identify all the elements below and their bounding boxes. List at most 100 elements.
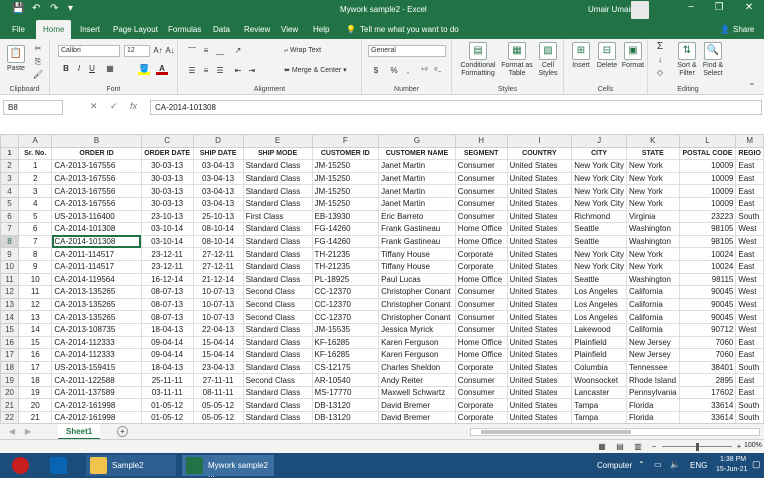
cell[interactable]: 16-12-14 bbox=[140, 272, 194, 287]
cell[interactable]: South bbox=[735, 209, 764, 224]
cell[interactable]: United States bbox=[506, 398, 573, 413]
cell[interactable]: CA-2012-161998 bbox=[51, 398, 142, 413]
align-middle-icon[interactable]: ≡ bbox=[200, 45, 212, 57]
cell[interactable]: 15-04-14 bbox=[192, 348, 244, 362]
cell[interactable]: Second Class bbox=[242, 297, 313, 312]
zoom-out-button[interactable]: − bbox=[648, 441, 660, 453]
cell[interactable]: Consumer bbox=[454, 310, 508, 324]
cell[interactable]: TH-21235 bbox=[311, 259, 380, 274]
cell[interactable]: 38401 bbox=[678, 360, 737, 375]
collapse-ribbon-icon[interactable]: ⌃ bbox=[746, 81, 758, 93]
customize-quick-access-icon[interactable]: ▾ bbox=[68, 3, 73, 14]
cell[interactable]: 10009 bbox=[678, 159, 737, 173]
close-button[interactable]: ✕ bbox=[738, 2, 760, 13]
cell[interactable]: 08-11-11 bbox=[192, 385, 244, 400]
shrink-font-icon[interactable]: A↓ bbox=[164, 45, 176, 57]
cell[interactable]: 08-10-14 bbox=[192, 222, 244, 236]
cell[interactable]: Jessica Myrick bbox=[378, 322, 456, 337]
cell[interactable]: 10024 bbox=[678, 259, 737, 274]
cell[interactable]: New York City bbox=[571, 159, 627, 173]
cell[interactable]: JM-15250 bbox=[311, 171, 380, 186]
column-header-e[interactable]: E bbox=[242, 134, 313, 148]
cell[interactable]: 08-07-13 bbox=[140, 310, 194, 324]
row-header[interactable]: 12 bbox=[0, 285, 20, 299]
cell[interactable]: West bbox=[735, 272, 764, 287]
cell[interactable]: 33614 bbox=[678, 398, 737, 413]
column-header-g[interactable]: G bbox=[378, 134, 456, 148]
cell[interactable]: 09-04-14 bbox=[140, 348, 194, 362]
cell[interactable]: New York bbox=[625, 171, 680, 186]
field-header[interactable]: Sr. No. bbox=[18, 146, 53, 161]
cell[interactable]: Tiffany House bbox=[378, 247, 456, 261]
cell[interactable]: 08-07-13 bbox=[140, 297, 194, 312]
row-header[interactable]: 21 bbox=[0, 398, 20, 413]
cell[interactable]: 03-10-14 bbox=[140, 234, 194, 249]
cell[interactable]: United States bbox=[506, 159, 573, 173]
paste-button[interactable]: 📋 Paste bbox=[4, 45, 28, 73]
cell[interactable]: East bbox=[735, 335, 764, 350]
cell[interactable]: East bbox=[735, 184, 764, 198]
cell[interactable]: Plainfield bbox=[571, 335, 627, 350]
cell[interactable]: 33614 bbox=[678, 411, 737, 423]
cell[interactable]: 27-12-11 bbox=[192, 259, 244, 274]
cell[interactable]: EB-13930 bbox=[311, 209, 380, 224]
cell[interactable]: 17 bbox=[18, 360, 53, 375]
cell[interactable]: 27-11-11 bbox=[192, 373, 244, 387]
cell[interactable]: 3 bbox=[18, 184, 53, 198]
cell[interactable]: David Bremer bbox=[378, 398, 456, 413]
cell[interactable]: US-2013-159415 bbox=[51, 360, 142, 375]
cell[interactable]: CA-2014-101308 bbox=[51, 222, 142, 236]
row-header[interactable]: 15 bbox=[0, 322, 20, 337]
cell[interactable]: 9 bbox=[18, 259, 53, 274]
cell[interactable]: United States bbox=[506, 360, 573, 375]
cell[interactable]: CA-2013-167556 bbox=[51, 159, 142, 173]
cell[interactable]: Charles Sheldon bbox=[378, 360, 456, 375]
conditional-formatting-button[interactable]: ▤ Conditional Formatting bbox=[456, 42, 500, 78]
cell[interactable]: CA-2014-112333 bbox=[51, 348, 142, 362]
cell[interactable]: Corporate bbox=[454, 247, 508, 261]
cell[interactable]: 90045 bbox=[678, 297, 737, 312]
cell[interactable]: Standard Class bbox=[242, 247, 313, 261]
cell[interactable]: Standard Class bbox=[242, 322, 313, 337]
cell[interactable]: California bbox=[625, 310, 680, 324]
cell[interactable]: New Jersey bbox=[625, 348, 680, 362]
cell[interactable]: JM-15535 bbox=[311, 322, 380, 337]
field-header[interactable]: POSTAL CODE bbox=[678, 146, 737, 161]
clock-date[interactable]: 15-Jun-21 bbox=[716, 466, 748, 473]
borders-icon[interactable]: ▦ bbox=[104, 63, 116, 75]
enter-icon[interactable]: ✓ bbox=[110, 101, 118, 112]
cell[interactable]: PL-18925 bbox=[311, 272, 380, 287]
cell[interactable]: Standard Class bbox=[242, 398, 313, 413]
cell[interactable]: Consumer bbox=[454, 171, 508, 186]
bold-button[interactable]: B bbox=[60, 63, 72, 75]
italic-button[interactable]: I bbox=[73, 63, 85, 75]
cell[interactable]: 15-04-14 bbox=[192, 335, 244, 350]
cell[interactable]: Janet Martin bbox=[378, 196, 456, 211]
cell[interactable]: Standard Class bbox=[242, 272, 313, 287]
font-name-select[interactable]: Calibri bbox=[58, 45, 120, 57]
cell[interactable]: Andy Reiter bbox=[378, 373, 456, 387]
next-sheet-icon[interactable]: ▶ bbox=[22, 426, 34, 438]
cell[interactable]: Consumer bbox=[454, 322, 508, 337]
cell[interactable]: 10024 bbox=[678, 247, 737, 261]
cell[interactable]: Pennsylvania bbox=[625, 385, 680, 400]
field-header[interactable]: CUSTOMER ID bbox=[311, 146, 380, 161]
taskbar-item-excel[interactable]: Mywork sample2 ... bbox=[182, 455, 274, 479]
clear-icon[interactable]: ◇ bbox=[654, 67, 666, 79]
row-header[interactable]: 17 bbox=[0, 348, 20, 362]
autosum-icon[interactable]: Σ bbox=[654, 41, 666, 53]
page-layout-view-icon[interactable]: ▤ bbox=[614, 441, 626, 453]
cell[interactable]: United States bbox=[506, 247, 573, 261]
field-header[interactable]: ORDER ID bbox=[51, 146, 142, 161]
cell[interactable]: Standard Class bbox=[242, 184, 313, 198]
cell[interactable]: Christopher Conant bbox=[378, 297, 456, 312]
cell[interactable]: United States bbox=[506, 234, 573, 249]
grow-font-icon[interactable]: A↑ bbox=[152, 45, 164, 57]
cell[interactable]: 8 bbox=[18, 247, 53, 261]
cell[interactable]: New Jersey bbox=[625, 335, 680, 350]
cell[interactable]: 03-11-11 bbox=[140, 385, 194, 400]
cell[interactable]: Standard Class bbox=[242, 196, 313, 211]
tab-help[interactable]: Help bbox=[313, 25, 329, 34]
cell[interactable]: East bbox=[735, 159, 764, 173]
font-color-icon[interactable]: A bbox=[156, 63, 168, 75]
